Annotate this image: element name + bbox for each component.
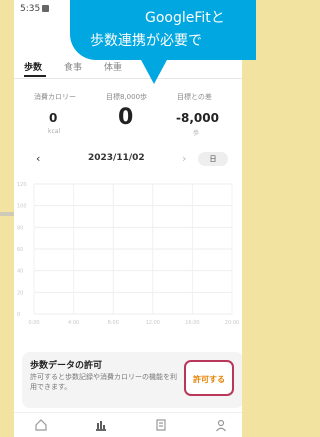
y-tick-label: 20 bbox=[17, 290, 23, 296]
permission-card: 歩数データの許可 許可すると歩数記録や消費カロリーの機能を利用できます。 許可す… bbox=[22, 352, 242, 408]
x-tick-label: 16:00 bbox=[185, 320, 199, 326]
callout-line-2: 歩数連携が必要で bbox=[90, 33, 202, 49]
x-tick-label: 20:00 bbox=[225, 320, 239, 326]
goal-diff-label: 目標との差 bbox=[177, 93, 212, 101]
background-line bbox=[0, 212, 14, 216]
x-tick-label: 8:00 bbox=[108, 320, 119, 326]
chart-icon[interactable] bbox=[94, 418, 108, 432]
step-chart: 120 100 80 60 40 20 0 0:00 4:00 8:00 12:00 16:00 20:… bbox=[17, 182, 239, 326]
permission-title: 歩数データの許可 bbox=[30, 361, 103, 371]
bottom-navigation bbox=[14, 412, 242, 437]
calories-label: 消費カロリー bbox=[34, 93, 76, 101]
profile-icon[interactable] bbox=[214, 418, 228, 432]
y-tick-label: 60 bbox=[17, 247, 23, 253]
y-tick-label: 80 bbox=[17, 225, 23, 231]
y-tick-label: 100 bbox=[17, 204, 27, 210]
tab-weight[interactable]: 体重 bbox=[104, 60, 122, 73]
allow-button[interactable]: 許可する bbox=[184, 360, 234, 396]
date-navigation: ‹ 2023/11/02 › 日 bbox=[14, 150, 242, 168]
period-day-button[interactable]: 日 bbox=[198, 152, 228, 166]
x-tick-label: 4:00 bbox=[68, 320, 79, 326]
step-count-value: 0 bbox=[118, 105, 134, 130]
tab-meals[interactable]: 食事 bbox=[64, 60, 82, 73]
goal-diff-value: -8,000 bbox=[176, 111, 219, 125]
y-tick-label: 120 bbox=[17, 182, 27, 188]
notification-icon bbox=[42, 5, 49, 12]
callout-tail bbox=[140, 58, 168, 84]
notes-icon[interactable] bbox=[154, 418, 168, 432]
callout-line-1: GoogleFitと bbox=[145, 10, 225, 26]
permission-description: 許可すると歩数記録や消費カロリーの機能を利用できます。 bbox=[30, 373, 177, 391]
y-tick-label: 0 bbox=[17, 312, 20, 318]
calories-unit: kcal bbox=[48, 128, 61, 135]
y-tick-label: 40 bbox=[17, 269, 23, 275]
chevron-left-icon[interactable]: ‹ bbox=[36, 152, 40, 165]
home-icon[interactable] bbox=[34, 418, 48, 432]
goal-diff-unit: 歩 bbox=[193, 130, 200, 137]
goal-steps-label: 目標8,000歩 bbox=[106, 93, 148, 101]
chevron-right-icon[interactable]: › bbox=[182, 152, 186, 165]
date-label: 2023/11/02 bbox=[88, 153, 145, 163]
calories-value: 0 bbox=[49, 111, 58, 125]
callout-bubble: GoogleFitと 歩数連携が必要で bbox=[70, 0, 256, 60]
phone-screen: 5:35 歩数 食事 体重 消費カロリー 0 kcal 目標8,000歩 0 目… bbox=[14, 0, 242, 437]
x-tick-label: 12:00 bbox=[146, 320, 160, 326]
status-time: 5:35 bbox=[20, 4, 41, 14]
active-tab-underline bbox=[24, 75, 46, 77]
tab-steps[interactable]: 歩数 bbox=[24, 60, 42, 73]
x-tick-label: 0:00 bbox=[28, 320, 39, 326]
